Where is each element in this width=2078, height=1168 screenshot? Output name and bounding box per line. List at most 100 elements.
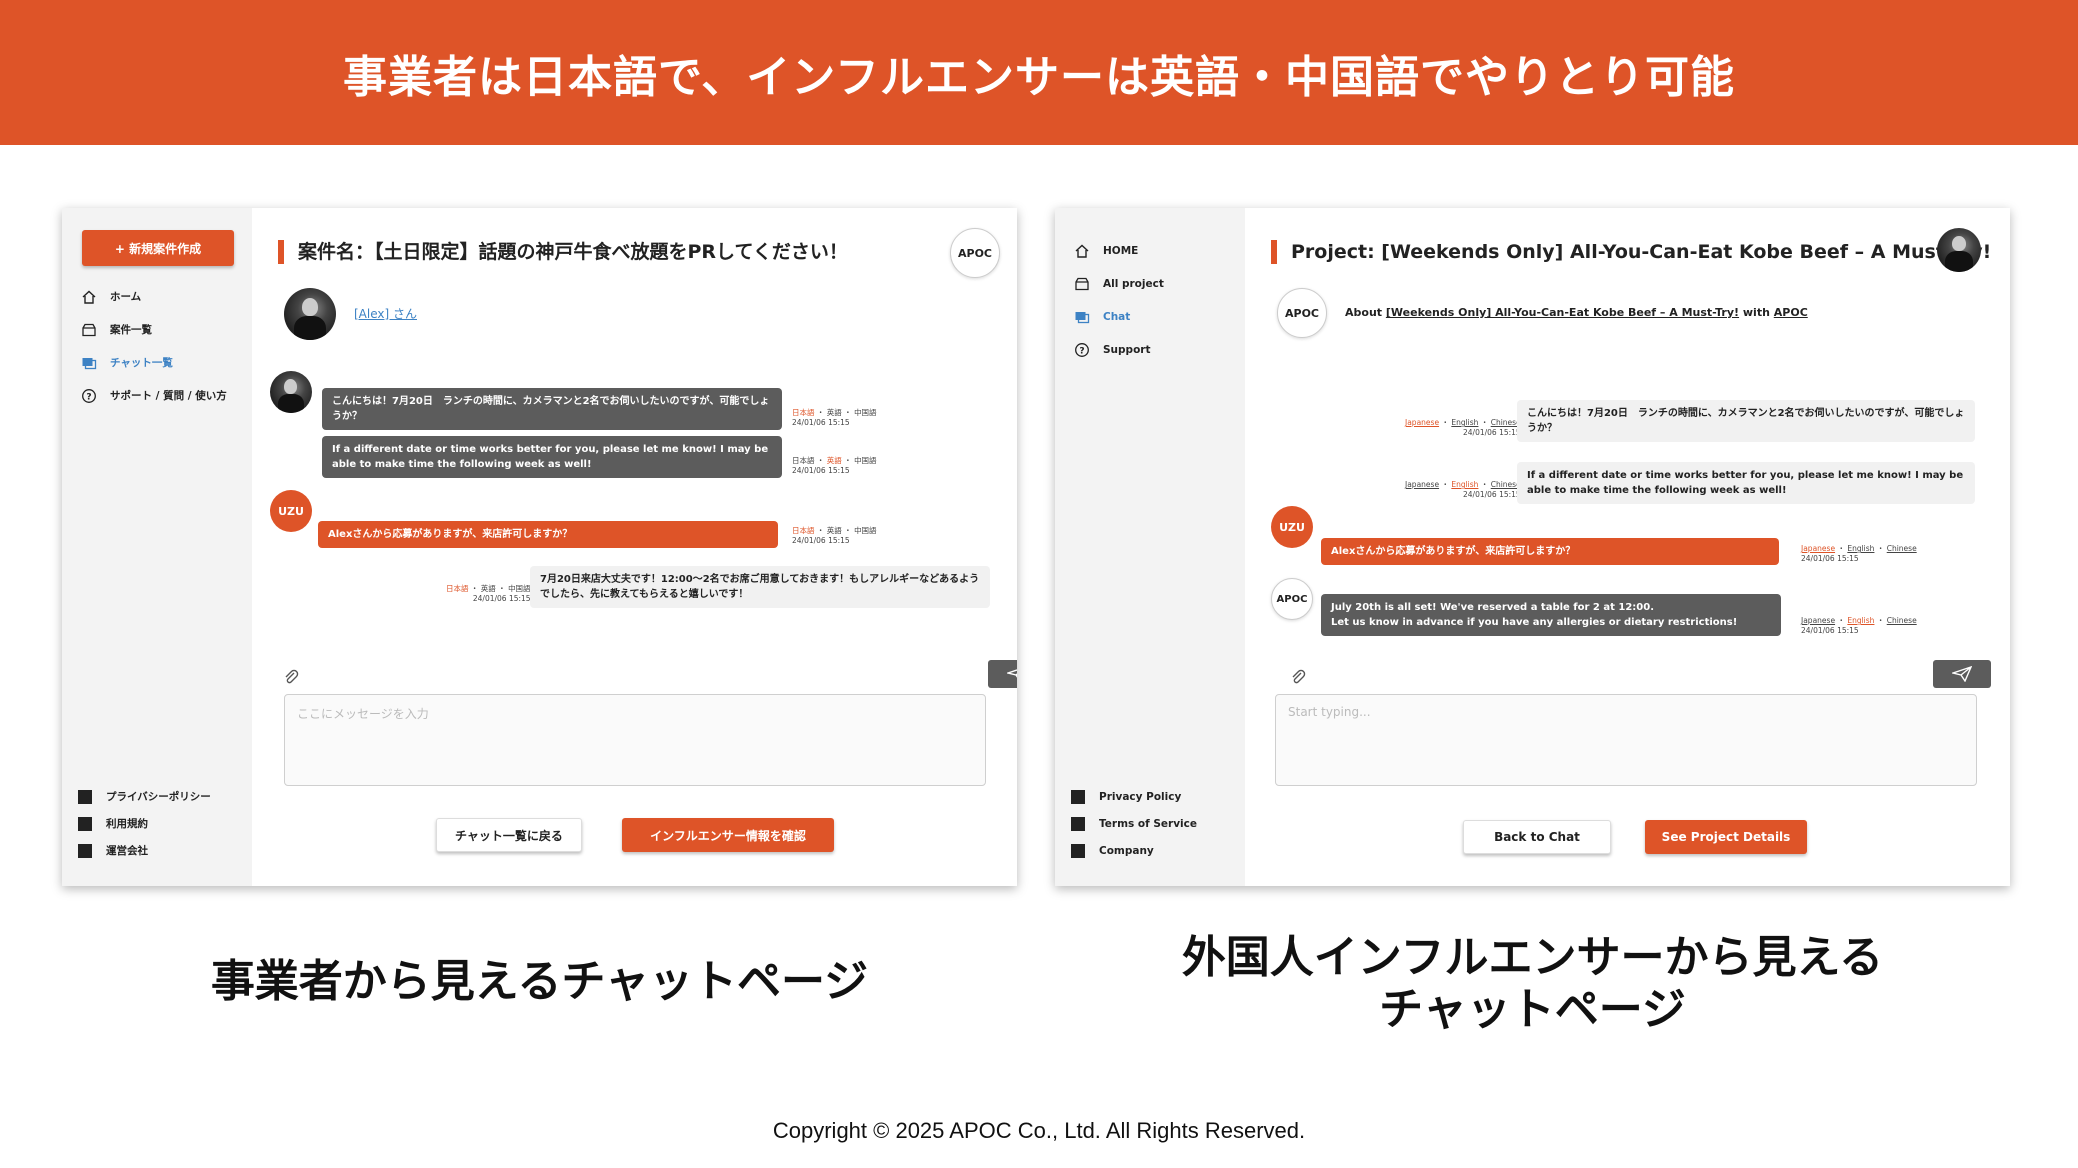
page-title: Project: [Weekends Only] All-You-Can-Eat… [1271,240,1991,264]
company-link[interactable]: 運営会社 [78,837,211,864]
back-to-chat-button[interactable]: Back to Chat [1463,820,1611,854]
own-message-bubble: If a different date or time works better… [1517,462,1975,504]
apoc-avatar: APOC [950,228,1000,278]
left-caption: 事業者から見えるチャットページ [210,956,869,1007]
message-bubble: こんにちは！7月20日 ランチの時間に、カメラマンと2名でお伺いしたいのですが、… [322,388,782,430]
message-meta: Japanese ・ English ・ Chinese 24/01/06 15… [1801,544,1917,563]
project-about: About [Weekends Only] All-You-Can-Eat Ko… [1345,306,1808,319]
home-icon [1071,243,1093,259]
back-to-chat-list-button[interactable]: チャット一覧に戻る [436,818,582,852]
sidebar: HOME All project Chat ? Support Privacy … [1055,208,1245,886]
message-meta: Japanese ・ English ・ Chinese 24/01/06 15… [1801,616,1917,635]
terms-label: 利用規約 [106,818,148,830]
company-label: 運営会社 [106,845,148,857]
message-input[interactable]: Start typing... [1275,694,1977,786]
apoc-avatar: APOC [1277,288,1327,338]
sidebar-item-label: All project [1103,277,1164,290]
square-icon [78,843,92,858]
sidebar-item-projects[interactable]: All project [1071,267,1164,300]
sidebar-item-label: サポート / 質問 / 使い方 [110,390,227,402]
company-link[interactable]: Company [1071,837,1197,864]
send-icon [1007,669,1017,678]
own-message-bubble: 7月20日来店大丈夫です！12:00〜2名でお席ご用意しておきます！もしアレルギ… [530,566,990,608]
system-message: Alexさんから応募がありますが、来店許可しますか？ [318,521,778,548]
message-line: Let us know in advance if you have any a… [1331,617,1738,628]
square-icon [1071,816,1085,831]
right-caption: 外国人インフルエンサーから見える チャットページ [1055,932,2010,1036]
about-prefix: About [1345,306,1383,319]
terms-label: Terms of Service [1099,817,1198,830]
own-message-bubble: こんにちは！7月20日 ランチの時間に、カメラマンと2名でお伺いしたいのですが、… [1517,400,1975,442]
sidebar-nav: HOME All project Chat ? Support [1071,234,1164,366]
send-button[interactable] [988,660,1017,688]
new-project-button[interactable]: + 新規案件作成 [82,230,234,266]
attachment-icon[interactable] [282,668,300,686]
store-icon [1071,276,1093,292]
privacy-label: プライバシーポリシー [106,791,211,803]
store-icon [78,322,100,338]
send-button[interactable] [1933,660,1991,688]
message-bubble: If a different date or time works better… [322,436,782,478]
copyright: Copyright © 2025 APOC Co., Ltd. All Righ… [772,1118,1306,1143]
uzu-avatar: UZU [270,490,312,532]
terms-link[interactable]: Terms of Service [1071,810,1197,837]
see-project-details-button[interactable]: See Project Details [1645,820,1807,854]
help-icon: ? [78,388,100,404]
message-meta: Japanese ・ English ・ Chinese 24/01/06 15… [1405,418,1521,437]
chat-icon [1071,309,1093,325]
apoc-link[interactable]: APOC [1774,306,1808,319]
svg-text:?: ? [1079,346,1084,356]
attachment-icon[interactable] [1289,668,1307,686]
square-icon [78,816,92,831]
sidebar-item-label: Chat [1103,310,1131,323]
sidebar-item-home[interactable]: ホーム [78,280,227,313]
square-icon [1071,843,1085,858]
system-message: Alexさんから応募がありますが、来店許可しますか？ [1321,538,1779,565]
about-with: with [1742,306,1770,319]
message-bubble: July 20th is all set! We've reserved a t… [1321,594,1781,636]
message-meta: 日本語 ・ 英語 ・ 中国語 24/01/06 15:15 [792,408,877,427]
privacy-link[interactable]: プライバシーポリシー [78,783,211,810]
sidebar-item-label: 案件一覧 [110,324,152,336]
square-icon [1071,789,1085,804]
message-meta: Japanese ・ English ・ Chinese 24/01/06 15… [1405,480,1521,499]
page-title: 案件名：【土日限定】話題の神戸牛食べ放題をPRしてください！ [278,240,848,264]
message-line: July 20th is all set! We've reserved a t… [1331,602,1655,613]
influencer-link[interactable]: [Alex] さん [354,305,417,322]
sidebar-footer: プライバシーポリシー 利用規約 運営会社 [78,783,211,864]
avatar [1937,228,1981,272]
influencer-chat-screenshot: HOME All project Chat ? Support Privacy … [1055,208,2010,886]
right-caption-line: 外国人インフルエンサーから見える [1181,932,1884,983]
privacy-label: Privacy Policy [1099,790,1182,803]
sidebar-item-home[interactable]: HOME [1071,234,1164,267]
sidebar-item-chats[interactable]: チャット一覧 [78,346,227,379]
sidebar-item-label: ホーム [110,291,142,303]
square-icon [78,789,92,804]
sidebar-item-chat[interactable]: Chat [1071,300,1164,333]
chat-main: 案件名：【土日限定】話題の神戸牛食べ放題をPRしてください！ APOC [Ale… [252,208,1017,886]
sidebar-item-support[interactable]: ? Support [1071,333,1164,366]
sidebar-footer: Privacy Policy Terms of Service Company [1071,783,1197,864]
svg-text:?: ? [86,392,91,402]
project-link[interactable]: [Weekends Only] All-You-Can-Eat Kobe Bee… [1386,306,1739,319]
sidebar-nav: ホーム 案件一覧 チャット一覧 ? サポート / 質問 / 使い方 [78,280,227,412]
sidebar-item-label: チャット一覧 [110,357,173,369]
help-icon: ? [1071,342,1093,358]
message-meta: 日本語 ・ 英語 ・ 中国語 24/01/06 15:15 [792,526,877,545]
uzu-avatar: UZU [1271,506,1313,548]
apoc-avatar: APOC [1271,578,1313,620]
avatar [270,371,312,413]
terms-link[interactable]: 利用規約 [78,810,211,837]
message-meta: 日本語 ・ 英語 ・ 中国語 24/01/06 15:15 [792,456,877,475]
sidebar-item-support[interactable]: ? サポート / 質問 / 使い方 [78,379,227,412]
chat-main: Project: [Weekends Only] All-You-Can-Eat… [1245,208,2010,886]
sidebar-item-projects[interactable]: 案件一覧 [78,313,227,346]
sidebar: + 新規案件作成 ホーム 案件一覧 チャット一覧 ? サポート / 質問 / 使… [62,208,252,886]
company-label: Company [1099,844,1154,857]
message-input[interactable]: ここにメッセージを入力 [284,694,986,786]
sidebar-item-label: Support [1103,343,1151,356]
banner-title: 事業者は日本語で、インフルエンサーは英語・中国語でやりとり可能 [343,51,1735,103]
privacy-link[interactable]: Privacy Policy [1071,783,1197,810]
view-influencer-button[interactable]: インフルエンサー情報を確認 [622,818,834,852]
sidebar-item-label: HOME [1103,244,1139,257]
